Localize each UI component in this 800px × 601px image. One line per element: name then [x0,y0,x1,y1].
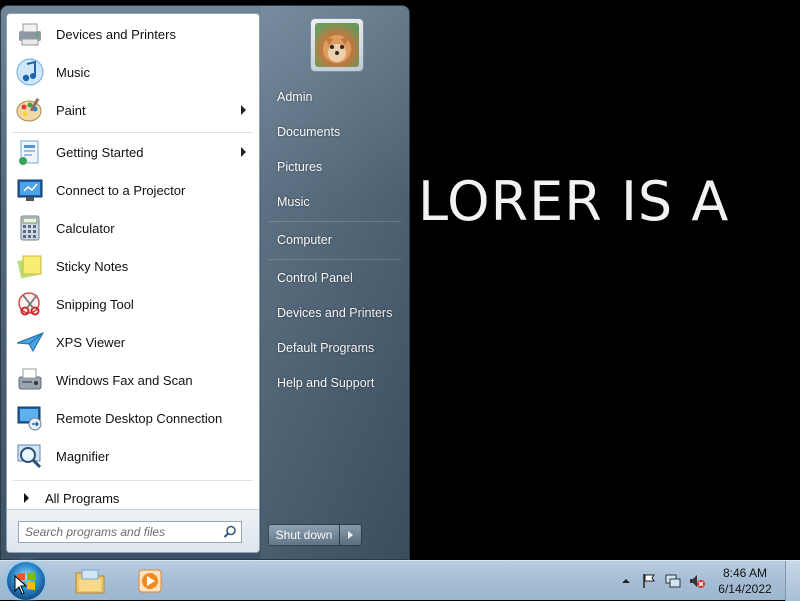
program-paint[interactable]: Paint [10,92,256,128]
program-magnifier[interactable]: Magnifier [10,438,256,474]
program-remote-desktop-connection[interactable]: Remote Desktop Connection [10,400,256,436]
separator [13,132,253,133]
right-item-devices-and-printers[interactable]: Devices and Printers [269,298,401,328]
mouse-cursor-icon [14,575,28,595]
all-programs-button[interactable]: All Programs [10,484,256,512]
program-music[interactable]: Music [10,54,256,90]
music-note-icon [14,56,46,88]
program-label: Calculator [56,220,115,236]
separator [269,221,401,222]
program-label: Getting Started [56,144,144,160]
action-center-flag-icon[interactable] [640,572,658,590]
program-getting-started[interactable]: Getting Started [10,134,256,170]
getting-started-icon [14,136,46,168]
program-label: Connect to a Projector [56,182,186,198]
program-devices-and-printers[interactable]: Devices and Printers [10,16,256,52]
submenu-arrow-icon[interactable] [241,105,246,115]
projector-icon [14,174,46,206]
taskbar-file-explorer-button[interactable] [64,564,116,598]
user-picture [315,23,359,67]
media-player-icon [138,569,162,593]
program-connect-to-a-projector[interactable]: Connect to a Projector [10,172,256,208]
program-label: Sticky Notes [56,258,129,274]
show-desktop-button[interactable] [785,561,800,601]
right-item-pictures[interactable]: Pictures [269,152,401,182]
program-label: Remote Desktop Connection [56,410,223,426]
start-menu: Devices and Printers Music Paint Getting… [0,5,410,560]
taskbar-clock[interactable]: 8:46 AM 6/14/2022 [714,565,776,597]
right-item-admin[interactable]: Admin [269,82,401,112]
right-item-control-panel[interactable]: Control Panel [269,263,401,293]
search-input[interactable] [23,524,222,540]
show-hidden-icons-icon[interactable] [620,575,632,587]
right-item-help-and-support[interactable]: Help and Support [269,368,401,398]
program-windows-fax-and-scan[interactable]: Windows Fax and Scan [10,362,256,398]
right-item-documents[interactable]: Documents [269,117,401,147]
programs-pane: Devices and Printers Music Paint Getting… [6,13,260,553]
desktop-background-text: LORER IS A [418,170,730,233]
separator [13,480,253,481]
search-box[interactable] [18,521,242,543]
arrow-right-icon [348,531,353,539]
remote-desktop-icon [14,402,46,434]
clock-time: 8:46 AM [722,566,768,580]
right-item-computer[interactable]: Computer [269,225,401,255]
program-sticky-notes[interactable]: Sticky Notes [10,248,256,284]
program-label: XPS Viewer [56,334,126,350]
all-programs-label: All Programs [45,490,120,506]
program-label: Magnifier [56,448,110,464]
program-label: Devices and Printers [56,26,176,42]
separator [269,259,401,260]
arrow-right-icon [24,493,29,503]
clock-date: 6/14/2022 [718,582,772,596]
calculator-icon [14,212,46,244]
right-item-music[interactable]: Music [269,187,401,217]
program-xps-viewer[interactable]: XPS Viewer [10,324,256,360]
submenu-arrow-icon[interactable] [241,147,246,157]
shutdown-options-button[interactable] [340,524,362,546]
search-area [7,509,259,552]
program-label: Windows Fax and Scan [56,372,193,388]
program-label: Snipping Tool [56,296,134,312]
taskbar: 8:46 AM 6/14/2022 [0,560,800,601]
right-item-default-programs[interactable]: Default Programs [269,333,401,363]
paper-plane-icon [14,326,46,358]
program-label: Paint [56,102,86,118]
program-label: Music [56,64,90,80]
taskbar-media-player-button[interactable] [124,564,176,598]
program-snipping-tool[interactable]: Snipping Tool [10,286,256,322]
network-icon[interactable] [664,572,682,590]
fax-icon [14,364,46,396]
volume-muted-icon[interactable] [688,572,706,590]
printer-icon [14,18,46,50]
search-icon[interactable] [223,525,237,539]
file-explorer-icon [75,569,105,594]
magnifier-icon [14,440,46,472]
system-tray [620,561,706,601]
scissors-icon [14,288,46,320]
user-avatar[interactable] [310,18,364,72]
sticky-notes-icon [14,250,46,282]
shutdown-button[interactable]: Shut down [268,524,340,546]
program-calculator[interactable]: Calculator [10,210,256,246]
paint-palette-icon [14,94,46,126]
